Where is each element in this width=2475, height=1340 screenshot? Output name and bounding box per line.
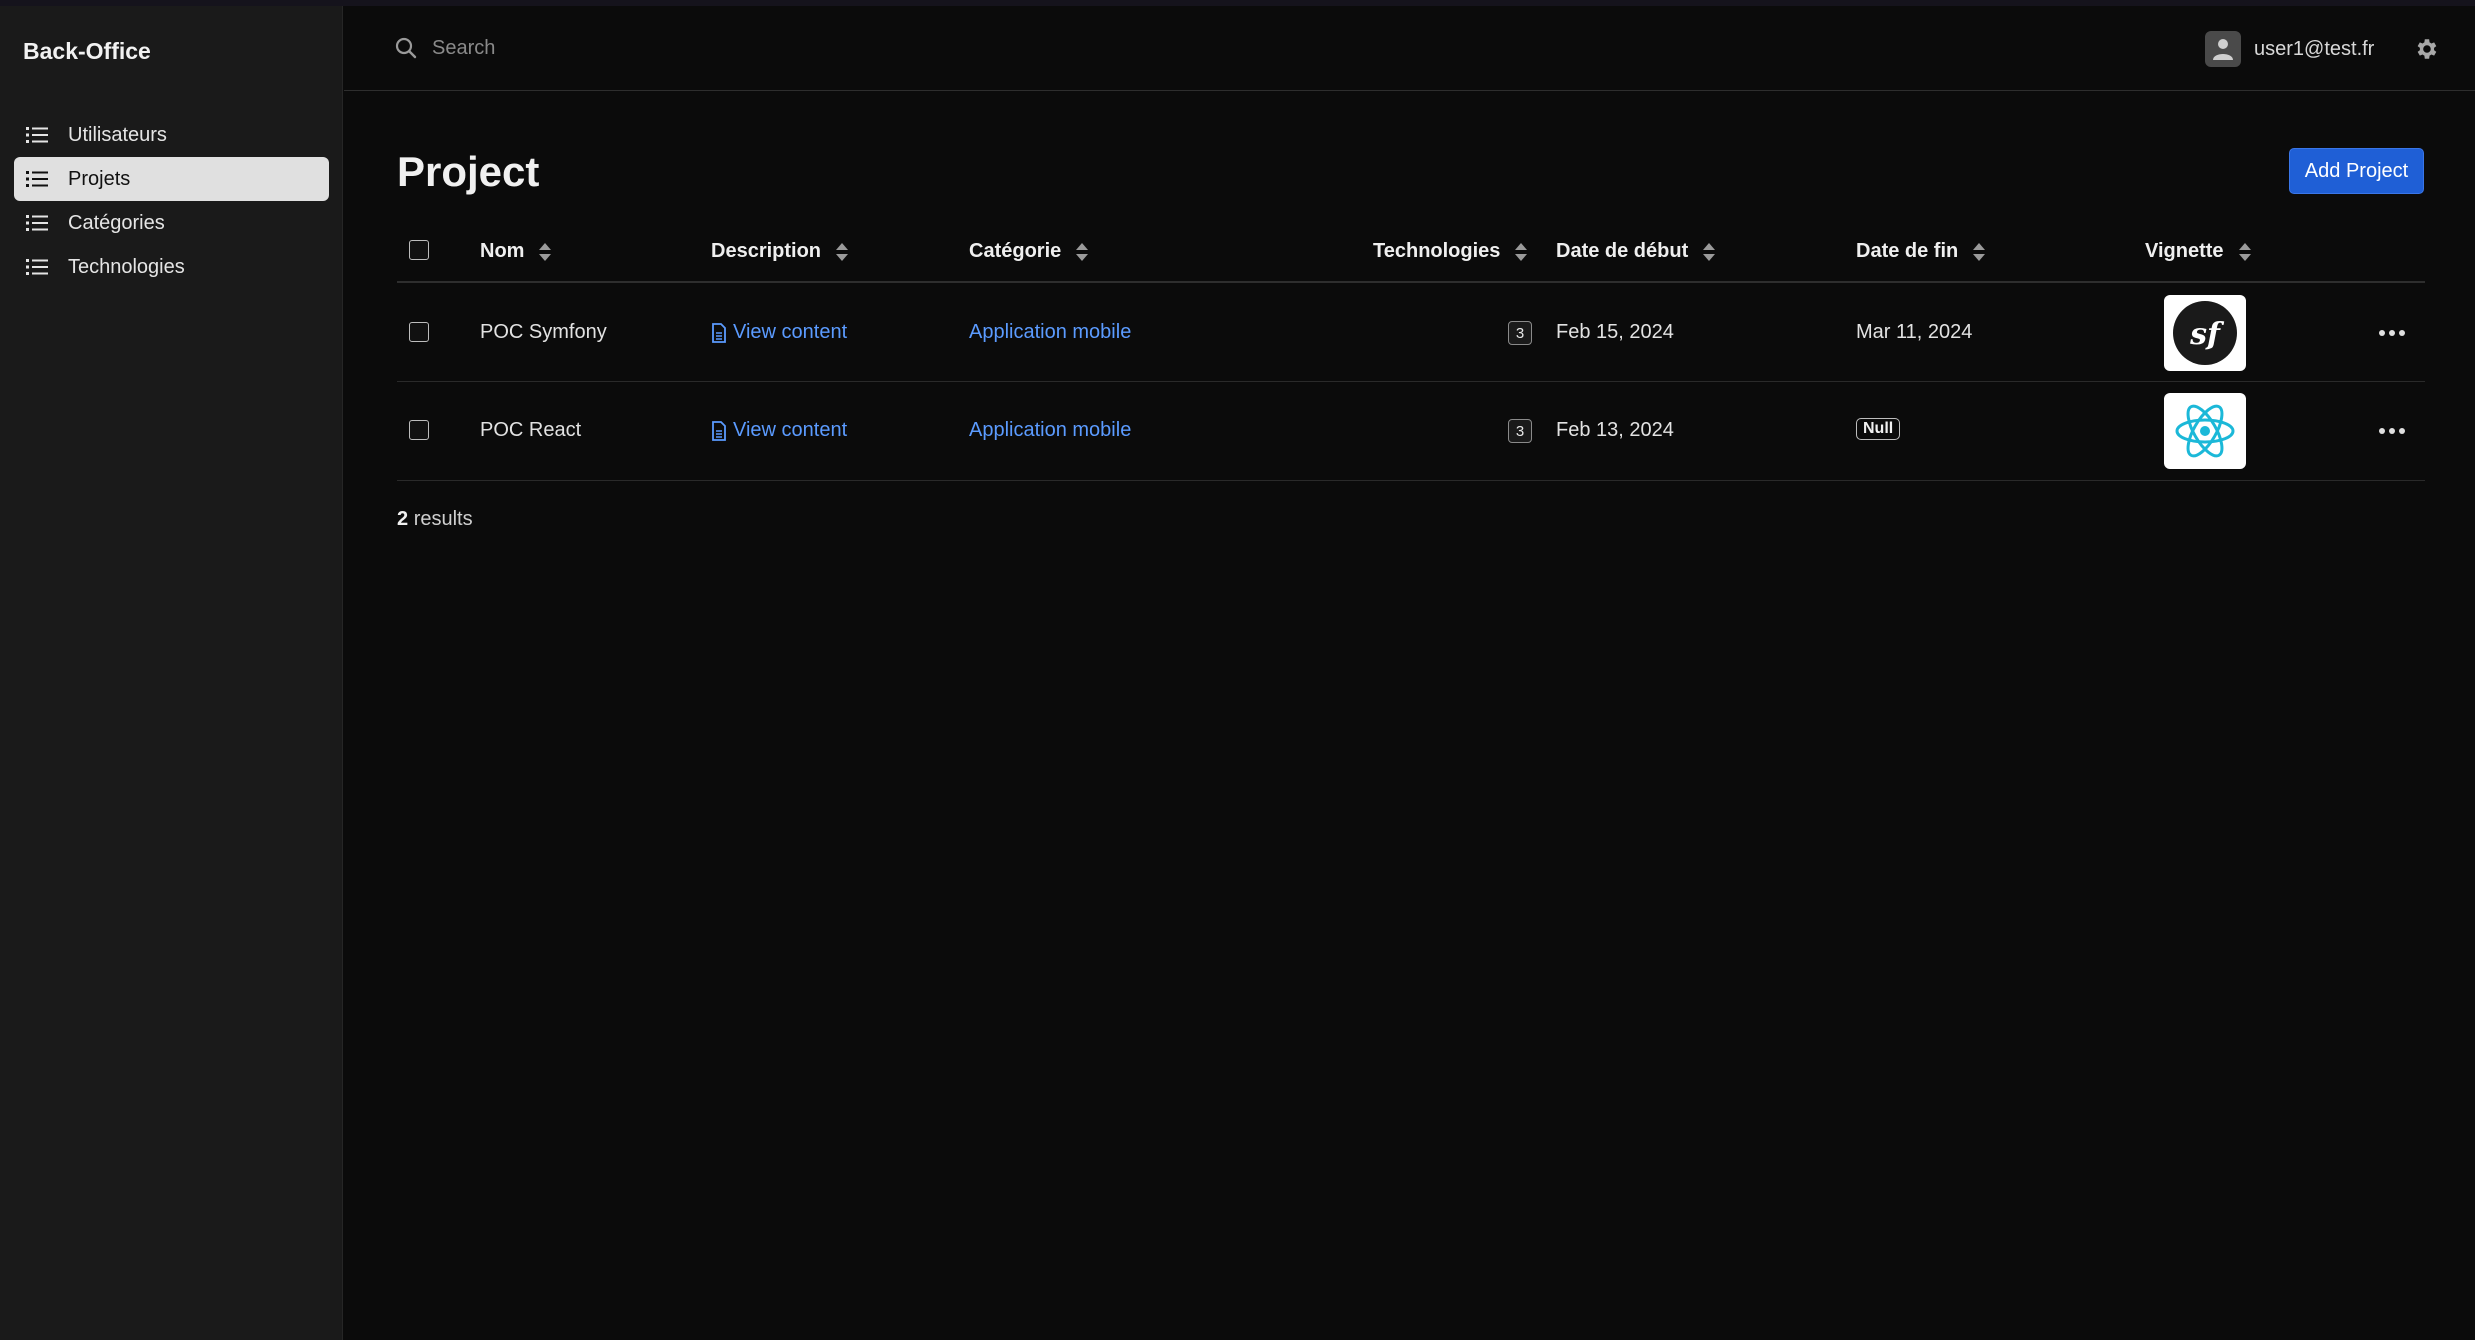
projects-table: Nom Description Catégorie Technologies D… — [397, 228, 2425, 481]
results-count: 2 results — [397, 508, 473, 531]
sidebar-item-label: Catégories — [68, 211, 165, 234]
column-label: Catégorie — [969, 240, 1062, 262]
sidebar-item-label: Utilisateurs — [68, 123, 167, 146]
add-project-button[interactable]: Add Project — [2289, 148, 2424, 194]
sort-icon — [1703, 242, 1716, 261]
vignette-thumbnail — [2164, 393, 2246, 469]
column-header-description[interactable]: Description — [711, 240, 849, 263]
more-actions-icon[interactable] — [2377, 426, 2407, 436]
gear-icon[interactable] — [2413, 36, 2439, 62]
project-name: POC React — [480, 419, 582, 441]
view-content-label: View content — [733, 419, 848, 441]
symfony-logo-icon: sf — [2173, 301, 2237, 365]
row-checkbox[interactable] — [409, 322, 429, 342]
column-header-nom[interactable]: Nom — [480, 240, 552, 263]
sidebar-item-label: Technologies — [68, 255, 185, 278]
column-header-technologies[interactable]: Technologies — [1373, 240, 1528, 263]
column-label: Description — [711, 240, 822, 262]
sidebar-item-technologies[interactable]: Technologies — [14, 245, 329, 289]
column-label: Vignette — [2145, 240, 2224, 262]
sidebar-item-categories[interactable]: Catégories — [14, 201, 329, 245]
view-content-link[interactable]: View content — [711, 321, 847, 344]
column-label: Nom — [480, 240, 525, 262]
column-header-categorie[interactable]: Catégorie — [969, 240, 1089, 263]
top-header: user1@test.fr — [344, 6, 2475, 91]
technologies-count-badge: 3 — [1508, 321, 1532, 345]
results-label: results — [413, 508, 473, 530]
list-icon — [26, 215, 48, 231]
document-icon — [712, 322, 726, 343]
view-content-label: View content — [733, 321, 848, 343]
row-checkbox[interactable] — [409, 420, 429, 440]
category-link[interactable]: Application mobile — [969, 419, 1131, 442]
list-icon — [26, 171, 48, 187]
column-header-vignette[interactable]: Vignette — [2145, 240, 2252, 263]
project-name: POC Symfony — [480, 321, 607, 343]
select-all-checkbox[interactable] — [409, 240, 429, 260]
date-debut: Feb 13, 2024 — [1556, 419, 1674, 441]
null-badge: Null — [1856, 418, 1901, 440]
table-header: Nom Description Catégorie Technologies D… — [397, 228, 2425, 283]
date-fin: Mar 11, 2024 — [1856, 321, 1973, 343]
user-avatar[interactable] — [2205, 31, 2241, 67]
view-content-link[interactable]: View content — [711, 419, 847, 442]
document-icon — [712, 420, 726, 441]
column-label: Technologies — [1373, 240, 1501, 262]
sort-icon — [2238, 242, 2251, 261]
more-actions-icon[interactable] — [2377, 328, 2407, 338]
page-title: Project — [397, 148, 540, 195]
sort-icon — [1076, 242, 1089, 261]
brand-title: Back-Office — [23, 38, 151, 64]
vignette-thumbnail: sf — [2164, 295, 2246, 371]
sidebar: Back-Office Utilisateurs Projets Catégor… — [0, 6, 343, 1340]
sidebar-item-projets[interactable]: Projets — [14, 157, 329, 201]
results-number: 2 — [397, 508, 409, 530]
category-link[interactable]: Application mobile — [969, 321, 1131, 344]
table-row: POC Symfony View content Application mob… — [397, 283, 2425, 382]
sort-icon — [539, 242, 552, 261]
column-header-date-fin[interactable]: Date de fin — [1856, 240, 1986, 263]
column-label: Date de fin — [1856, 240, 1959, 262]
sidebar-nav: Utilisateurs Projets Catégories Technolo… — [14, 113, 329, 289]
sidebar-item-label: Projets — [68, 167, 131, 190]
table-row: POC React View content Application mobil… — [397, 382, 2425, 481]
react-logo-icon — [2175, 404, 2235, 458]
list-icon — [26, 259, 48, 275]
date-debut: Feb 15, 2024 — [1556, 321, 1674, 343]
user-email[interactable]: user1@test.fr — [2254, 38, 2374, 61]
list-icon — [26, 127, 48, 143]
column-header-date-debut[interactable]: Date de début — [1556, 240, 1716, 263]
sort-icon — [1973, 242, 1986, 261]
column-label: Date de début — [1556, 240, 1689, 262]
technologies-count-badge: 3 — [1508, 419, 1532, 443]
sort-icon — [836, 242, 849, 261]
user-avatar-icon — [2213, 39, 2233, 60]
search-icon — [395, 37, 417, 59]
svg-text:sf: sf — [2189, 317, 2225, 352]
search-input[interactable] — [432, 28, 932, 68]
sidebar-item-utilisateurs[interactable]: Utilisateurs — [14, 113, 329, 157]
sort-icon — [1515, 242, 1528, 261]
